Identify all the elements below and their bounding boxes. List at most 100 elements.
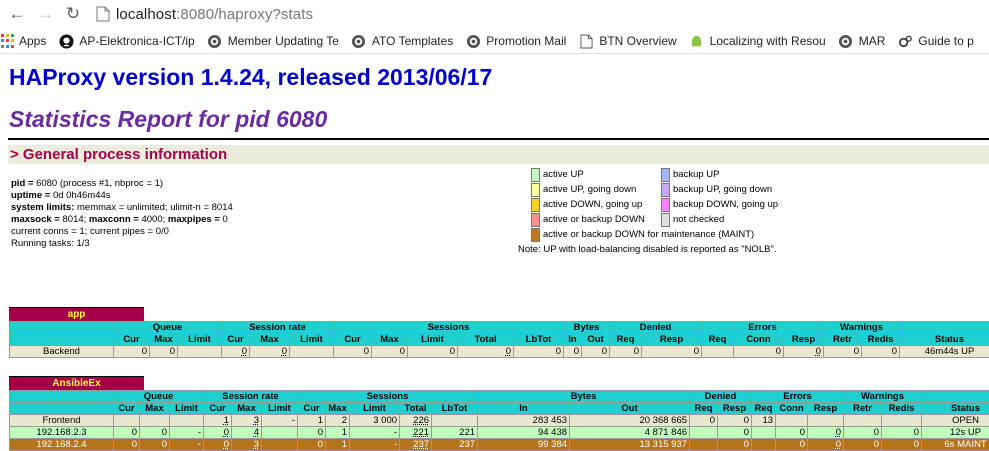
cell-value[interactable]: 0 xyxy=(836,428,841,438)
bookmark-label: AP-Elektronica-ICT/ip xyxy=(79,34,195,48)
cell-value[interactable]: 0 xyxy=(224,440,229,450)
column-header: Resp xyxy=(641,333,703,346)
reload-icon[interactable]: ↻ xyxy=(62,3,84,25)
column-header: Status xyxy=(921,402,989,415)
table-cell: - xyxy=(261,414,299,427)
table-cell: 1 xyxy=(297,414,327,427)
column-header: In xyxy=(563,333,583,346)
table-cell xyxy=(751,438,777,451)
table-cell: 0 xyxy=(641,345,703,358)
legend-swatch xyxy=(531,213,540,227)
proxy-name-ansibleex: AnsibleEx xyxy=(9,376,144,390)
column-header: Max xyxy=(325,402,351,415)
bookmark[interactable]: ATO Templates xyxy=(351,33,453,49)
column-header: Cur xyxy=(113,402,140,415)
legend-label: backup UP, going down xyxy=(673,184,773,195)
cell-value[interactable]: 3 xyxy=(254,440,259,450)
column-header: Conn xyxy=(733,333,785,346)
bookmark[interactable]: Promotion Mail xyxy=(465,33,566,49)
gears-icon xyxy=(897,33,913,49)
group-header: Denied xyxy=(609,321,703,334)
cell-value[interactable]: 0 xyxy=(506,347,511,357)
group-header: Denied xyxy=(689,390,753,403)
column-header: Limit xyxy=(261,402,299,415)
header-blank xyxy=(921,390,989,403)
url-host: localhost xyxy=(116,5,177,23)
bookmark[interactable]: MAR xyxy=(838,33,886,49)
bookmark[interactable]: Guide to p xyxy=(897,33,974,49)
legend-item-right: not checked xyxy=(661,213,724,227)
legend-item-left: active UP xyxy=(531,168,584,182)
table-cell: 0 xyxy=(609,345,643,358)
address-bar[interactable]: localhost:8080/haproxy?stats xyxy=(116,6,313,23)
running-tasks: Running tasks: 1/3 xyxy=(11,238,90,249)
uptime-value: 0d 0h46m44s xyxy=(52,190,111,201)
table-cell: 0 xyxy=(221,345,251,358)
legend-swatch xyxy=(531,198,540,212)
table-row: Frontend 1 3-1 2 3 000 226 283 453 20 368 665 0 0… xyxy=(9,414,989,427)
row-name: 192.168.2.3 xyxy=(9,426,114,439)
table-cell: 0 xyxy=(775,438,809,451)
table-cell: 13 315 937 xyxy=(569,438,691,451)
bookmark-label: MAR xyxy=(858,34,886,48)
bookmark[interactable]: AP-Elektronica-ICT/ip xyxy=(58,33,195,49)
group-header: Queue xyxy=(112,321,223,334)
legend-label: active UP xyxy=(543,169,584,180)
table-cell: 0 xyxy=(113,426,140,439)
legend-item-right: backup DOWN, going up xyxy=(661,198,778,212)
legend-item-left: active DOWN, going up xyxy=(531,198,642,212)
table-cell: 0 xyxy=(807,438,845,451)
cell-value[interactable]: 3 xyxy=(254,416,259,426)
bookmark[interactable]: Localizing with Resou xyxy=(689,33,826,49)
table-cell: 12s UP xyxy=(921,426,989,439)
table-cell: 221 xyxy=(399,426,433,439)
apps-shortcut[interactable]: Apps xyxy=(0,34,46,48)
bookmark-label: Guide to p xyxy=(918,34,974,48)
table-cell: 1 xyxy=(325,438,351,451)
cell-value[interactable]: 0 xyxy=(836,440,841,450)
group-header: Sessions xyxy=(333,321,565,334)
back-icon[interactable]: ← xyxy=(6,3,28,25)
header-blank xyxy=(9,321,114,334)
legend-label: backup UP xyxy=(673,169,720,180)
table-row: Backend 0 0 0 0 0 0 0 0 0 0 0 0 0 0 0 0 0 46m44s UP xyxy=(9,345,989,358)
column-header: Total xyxy=(399,402,433,415)
table-cell: 226 xyxy=(399,414,433,427)
group-header: Warnings xyxy=(843,390,923,403)
table-cell: 3 000 xyxy=(349,414,401,427)
url-path: :8080/haproxy?stats xyxy=(176,5,314,23)
group-header: Bytes xyxy=(563,321,611,334)
table-cell: - xyxy=(349,438,401,451)
table-cell: 237 xyxy=(431,438,479,451)
table-cell: 0 xyxy=(881,426,923,439)
forward-icon[interactable]: → xyxy=(34,3,56,25)
cell-value[interactable]: 237 xyxy=(413,440,429,450)
bookmark-label: Member Updating Te xyxy=(227,34,339,48)
cell-value[interactable]: 226 xyxy=(413,416,429,426)
table-cell xyxy=(689,438,719,451)
bookmark[interactable]: Member Updating Te xyxy=(207,33,339,49)
group-header: Errors xyxy=(701,321,825,334)
cell-value[interactable]: 1 xyxy=(224,416,229,426)
legend-swatch xyxy=(531,228,540,242)
cell-value[interactable]: 0 xyxy=(282,347,287,357)
cell-value[interactable]: 0 xyxy=(242,347,247,357)
table-cell: 0 xyxy=(733,345,785,358)
bookmark[interactable]: BTN Overview xyxy=(578,33,677,49)
table-cell: 0 xyxy=(297,426,327,439)
table-cell xyxy=(261,438,299,451)
table-cell: 6s MAINT xyxy=(921,438,989,451)
legend-swatch xyxy=(661,183,670,197)
column-header: LbTot xyxy=(513,333,565,346)
cell-value[interactable]: 4 xyxy=(254,428,259,438)
web-app-icon xyxy=(838,33,854,49)
table-cell xyxy=(168,414,205,427)
maxsock-label: maxsock = xyxy=(11,214,63,225)
column-header: Limit xyxy=(168,402,205,415)
cell-value[interactable]: 0 xyxy=(224,428,229,438)
cell-value[interactable]: 0 xyxy=(816,347,821,357)
table-cell: 2 xyxy=(325,414,351,427)
cell-value[interactable]: 221 xyxy=(413,428,429,438)
maxconn-value: 4000; xyxy=(141,214,168,225)
apps-grid-icon xyxy=(0,34,14,48)
